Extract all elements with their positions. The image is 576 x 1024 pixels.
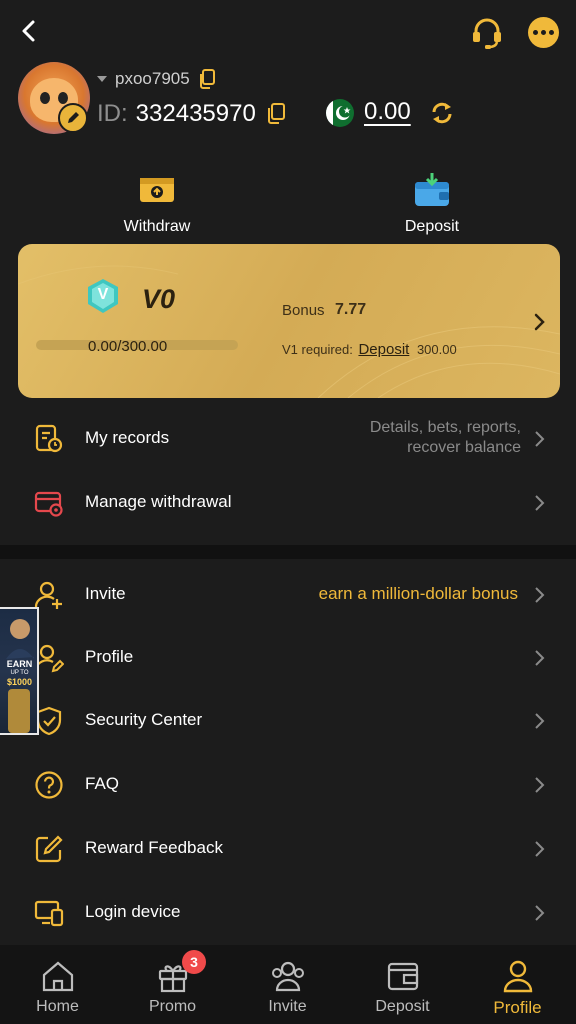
headset-icon[interactable] (470, 16, 504, 50)
chevron-right-icon (534, 430, 546, 448)
balance-amount[interactable]: 0.00 (364, 98, 411, 126)
promo-count-badge: 3 (182, 950, 206, 974)
pakistan-flag-icon (326, 99, 354, 127)
vip-badge-icon: V (86, 278, 120, 314)
invite-user-icon (34, 580, 64, 610)
chevron-right-icon (534, 494, 546, 512)
tab-label-promo: Promo (148, 998, 197, 1015)
refresh-icon[interactable] (430, 101, 454, 125)
user-id-row: ID: 332435970 (97, 97, 286, 131)
wallet-tab-icon (384, 959, 422, 993)
chevron-right-icon (534, 712, 546, 730)
menu-item-manage-withdrawal[interactable]: Manage withdrawal (0, 472, 576, 534)
menu-label-profile: Profile (85, 647, 134, 666)
menu-label-manage-withdrawal: Manage withdrawal (85, 492, 232, 511)
records-icon (34, 424, 64, 454)
my-records-subtitle: Details, bets, reports, recover balance (370, 418, 521, 458)
menu-label-my-records: My records (85, 428, 170, 447)
question-icon (34, 770, 64, 800)
menu-item-reward-feedback[interactable]: Reward Feedback (0, 818, 576, 880)
withdrawal-settings-icon (34, 488, 64, 518)
withdraw-label: Withdraw (123, 218, 191, 235)
chevron-right-icon (534, 776, 546, 794)
vip-level: V0 (142, 284, 176, 314)
tab-home[interactable]: Home (0, 945, 115, 1024)
edit-note-icon (34, 834, 64, 864)
menu-label-login-device: Login device (85, 902, 181, 921)
section-divider (0, 545, 576, 559)
vip-bonus-label: Bonus (282, 302, 325, 319)
copy-id-icon[interactable] (266, 103, 286, 125)
edit-avatar-icon[interactable] (58, 103, 88, 133)
username-row: pxoo7905 (97, 68, 216, 90)
back-arrow-icon[interactable] (14, 16, 44, 46)
tab-promo[interactable]: Promo 3 (115, 945, 230, 1024)
username: pxoo7905 (115, 69, 190, 88)
chevron-right-icon (534, 904, 546, 922)
more-dots-icon[interactable] (528, 17, 559, 48)
floating-promo-banner[interactable]: EARN UP TO $1000 (0, 607, 39, 735)
chevron-right-icon (534, 649, 546, 667)
chevron-right-icon (534, 586, 546, 604)
deposit-button[interactable]: Deposit (362, 170, 502, 236)
menu-item-profile[interactable]: Profile (0, 627, 576, 689)
menu-item-my-records[interactable]: My records Details, bets, reports, recov… (0, 408, 576, 470)
my-records-sub-line2: recover balance (407, 439, 521, 456)
person-icon (499, 959, 537, 993)
promo-upto-text: UP TO (10, 670, 29, 676)
promo-earn-text: EARN (6, 659, 33, 669)
vip-bonus-value: 7.77 (335, 301, 367, 318)
tab-deposit[interactable]: Deposit (345, 945, 460, 1024)
users-icon (269, 959, 307, 993)
vip-progress-text: 0.00/300.00 (88, 338, 168, 355)
menu-item-security-center[interactable]: Security Center (0, 690, 576, 752)
menu-label-faq: FAQ (85, 774, 120, 793)
withdraw-icon (137, 170, 177, 210)
devices-icon (34, 898, 64, 928)
tab-label-deposit: Deposit (375, 998, 430, 1015)
menu-label-reward-feedback: Reward Feedback (85, 838, 223, 857)
vip-required-prefix: V1 required: (282, 342, 353, 357)
chevron-right-icon[interactable] (533, 312, 547, 332)
home-icon (39, 959, 77, 993)
deposit-label: Deposit (404, 218, 460, 235)
wallet-icon (412, 170, 452, 210)
tab-invite[interactable]: Invite (230, 945, 345, 1024)
menu-label-security-center: Security Center (85, 710, 203, 729)
menu-item-faq[interactable]: FAQ (0, 754, 576, 816)
promo-amount-text: $1000 (6, 677, 33, 687)
tab-label-invite: Invite (268, 998, 307, 1015)
profile-header: pxoo7905 ID: 332435970 0.00 Withdraw Dep… (0, 0, 576, 545)
copy-icon[interactable] (198, 69, 216, 89)
my-records-sub-line1: Details, bets, reports, (369, 419, 521, 436)
vip-required-amount: 300.00 (416, 342, 457, 357)
bottom-tab-bar: Home Promo 3 Invite Deposit Profile (0, 945, 576, 1024)
withdraw-button[interactable]: Withdraw (87, 170, 227, 236)
vip-deposit-link[interactable]: Deposit (358, 341, 409, 358)
profile-page: pxoo7905 ID: 332435970 0.00 Withdraw Dep… (0, 0, 576, 1024)
menu-item-invite[interactable]: Invite earn a million-dollar bonus (0, 564, 576, 626)
invite-subtitle: earn a million-dollar bonus (318, 584, 518, 603)
menu-label-invite: Invite (85, 584, 126, 603)
tab-profile[interactable]: Profile (460, 945, 575, 1024)
menu-item-login-device[interactable]: Login device (0, 882, 576, 944)
vip-badge-letter: V (97, 286, 109, 303)
user-id-label: ID: (97, 100, 128, 127)
tab-label-home: Home (36, 998, 79, 1015)
vip-requirement: V1 required: Deposit 300.00 (282, 341, 457, 358)
vip-card[interactable]: V V0 0.00/300.00 Bonus 7.77 V1 required:… (18, 244, 560, 398)
user-id-value: 332435970 (135, 100, 256, 127)
chevron-right-icon (534, 840, 546, 858)
caret-down-icon[interactable] (97, 76, 107, 82)
tab-label-profile: Profile (493, 998, 542, 1017)
